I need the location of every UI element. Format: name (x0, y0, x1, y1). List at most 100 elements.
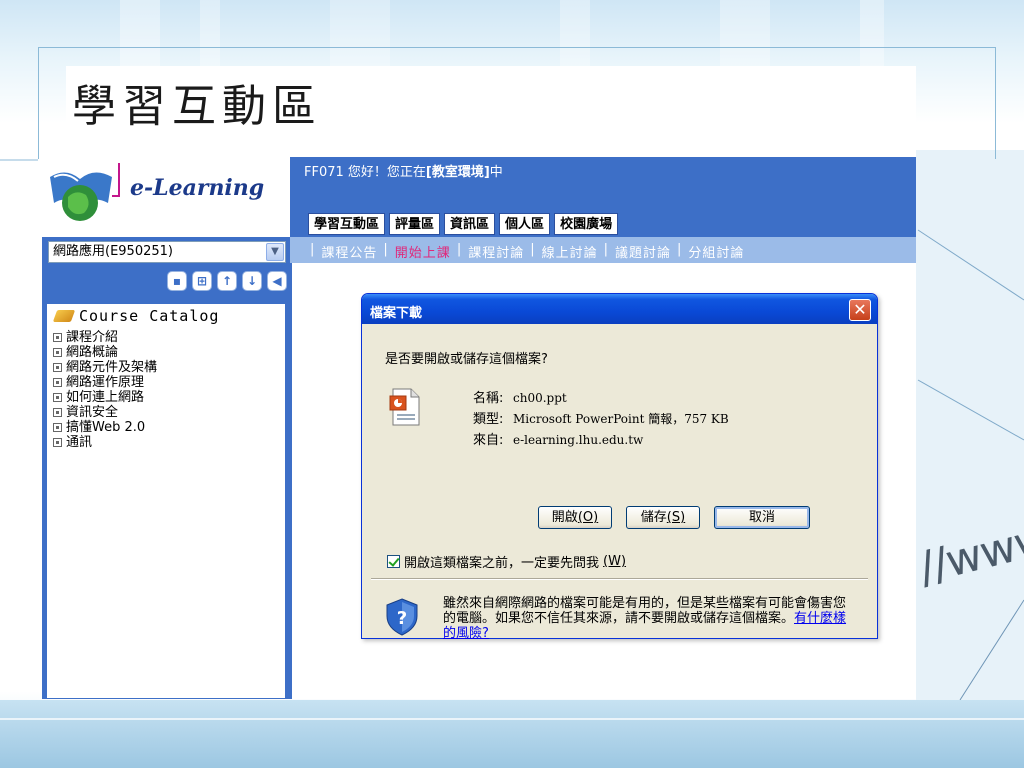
catalog-item[interactable]: 如何連上網路 (53, 390, 279, 405)
sub-nav-course-discussion[interactable]: 課程討論 (468, 242, 524, 261)
catalog-item[interactable]: 網路運作原理 (53, 375, 279, 390)
left-column: e-Learning 網路應用(E950251) ▼ ▪ ⊞ ↑ ↓ ◀ Cou… (42, 157, 290, 699)
tab-campus[interactable]: 校園廣場 (554, 213, 619, 235)
catalog-title: Course Catalog (79, 307, 220, 325)
catalog-item-label: 課程介紹 (66, 330, 119, 345)
catalog-item-label: 搞懂Web 2.0 (66, 420, 146, 435)
slide-title: 學習互動區 (72, 81, 322, 132)
book-icon (52, 310, 76, 322)
nav-separator: | (530, 242, 536, 257)
dialog-question: 是否要開啟或儲存這個檔案? (385, 352, 548, 367)
catalog-item-label: 網路元件及架構 (66, 360, 158, 375)
svg-text:?: ? (397, 608, 407, 629)
save-button-label: 儲存 (640, 510, 667, 525)
nav-separator: | (456, 242, 463, 257)
dialog-body: 是否要開啟或儲存這個檔案? 名稱: ch00.ppt 類型: Microsoft P… (365, 324, 874, 641)
main-tabs: 學習互動區 評量區 資訊區 個人區 校園廣場 (308, 213, 619, 235)
nav-separator: | (677, 242, 683, 257)
file-name-row: 名稱: ch00.ppt (473, 388, 729, 409)
collapse-icon[interactable]: ▪ (167, 271, 187, 291)
file-info: 名稱: ch00.ppt 類型: Microsoft PowerPoint 簡報，7… (473, 388, 729, 451)
course-select[interactable]: 網路應用(E950251) ▼ (48, 241, 286, 263)
file-source-value: e-learning.lhu.edu.tw (513, 433, 644, 447)
catalog-item-label: 網路概論 (66, 345, 119, 360)
open-button-label: 開啟 (551, 510, 578, 525)
square-bullet-icon (53, 333, 62, 342)
catalog-item[interactable]: 網路概論 (53, 345, 279, 360)
always-ask-checkbox[interactable] (387, 555, 400, 568)
catalog-item[interactable]: 課程介紹 (53, 330, 279, 345)
slide-bottom-line (0, 718, 1024, 720)
file-type-label: 類型: (473, 412, 504, 427)
security-warning-text: 雖然來自網際網路的檔案可能是有用的，但是某些檔案有可能會傷害您的電腦。如果您不信… (443, 596, 847, 626)
file-name-value: ch00.ppt (513, 391, 567, 405)
sub-nav-topic-discussion[interactable]: 議題討論 (615, 242, 671, 261)
arrow-down-icon[interactable]: ↓ (242, 271, 262, 291)
square-bullet-icon (53, 423, 62, 432)
slide-bottom-band (0, 700, 1024, 768)
nav-separator: | (603, 242, 610, 257)
catalog-item[interactable]: 搞懂Web 2.0 (53, 420, 279, 435)
save-button[interactable]: 儲存(S) (626, 506, 700, 529)
logo-bracket-decoration (112, 163, 120, 197)
tab-assessment[interactable]: 評量區 (389, 213, 441, 235)
tab-interaction[interactable]: 學習互動區 (308, 213, 386, 235)
save-button-key: (S) (666, 510, 686, 525)
catalog-list: 課程介紹 網路概論 網路元件及架構 網路運作原理 如何連上網路 資訊安全 搞懂W… (47, 328, 285, 452)
catalog-item[interactable]: 資訊安全 (53, 405, 279, 420)
file-download-dialog: 檔案下載 ✕ 是否要開啟或儲存這個檔案? 名稱: ch00.ppt 類型: Micr… (361, 293, 878, 641)
tab-personal[interactable]: 個人區 (499, 213, 551, 235)
dialog-title: 檔案下載 (370, 306, 423, 321)
file-source-row: 來自: e-learning.lhu.edu.tw (473, 430, 729, 451)
catalog-toolbar: ▪ ⊞ ↑ ↓ ◀ (167, 271, 287, 293)
file-source-label: 來自: (473, 433, 504, 448)
file-type-row: 類型: Microsoft PowerPoint 簡報，757 KB (473, 409, 729, 430)
security-shield-icon: ? (386, 598, 418, 636)
greeting-suffix: 中 (489, 165, 503, 180)
nav-separator: | (310, 242, 316, 257)
greeting-prefix: FF071 您好！您正在 (304, 165, 426, 180)
file-name-label: 名稱: (473, 391, 504, 406)
dialog-titlebar[interactable]: 檔案下載 ✕ (362, 294, 877, 324)
square-bullet-icon (53, 393, 62, 402)
sub-nav-online-discussion[interactable]: 線上討論 (542, 242, 598, 261)
arrow-left-icon[interactable]: ◀ (267, 271, 287, 291)
nav-separator: | (383, 242, 389, 257)
open-button-key: (O) (577, 510, 599, 525)
catalog-item-label: 資訊安全 (66, 405, 119, 420)
greeting-location: [教室環境] (425, 165, 490, 180)
always-ask-label: 開啟這類檔案之前，一定要先問我 (404, 556, 600, 571)
cancel-button[interactable]: 取消 (714, 506, 810, 529)
always-ask-row[interactable]: 開啟這類檔案之前，一定要先問我 (W) (387, 552, 626, 571)
course-select-value: 網路應用(E950251) (53, 244, 173, 259)
sub-nav: | 課程公告 | 開始上課 | 課程討論 | 線上討論 | 議題討論 | 分組討… (310, 242, 744, 261)
sub-nav-announcements[interactable]: 課程公告 (321, 242, 377, 261)
always-ask-key: (W) (603, 554, 627, 569)
course-catalog-panel: Course Catalog 課程介紹 網路概論 網路元件及架構 網路運作原理 … (46, 303, 286, 699)
close-icon[interactable]: ✕ (849, 299, 871, 321)
arrow-up-icon[interactable]: ↑ (217, 271, 237, 291)
square-bullet-icon (53, 408, 62, 417)
catalog-item[interactable]: 網路元件及架構 (53, 360, 279, 375)
catalog-item-label: 如何連上網路 (66, 390, 145, 405)
logo-area: e-Learning (42, 157, 290, 237)
open-button[interactable]: 開啟(O) (538, 506, 612, 529)
square-bullet-icon (53, 378, 62, 387)
dialog-buttons: 開啟(O) 儲存(S) 取消 (538, 506, 810, 529)
logo-text: e-Learning (130, 175, 265, 201)
chevron-down-icon[interactable]: ▼ (266, 243, 284, 261)
catalog-item-label: 網路運作原理 (66, 375, 145, 390)
greeting: FF071 您好！您正在[教室環境]中 (304, 161, 503, 180)
powerpoint-file-icon (389, 388, 420, 426)
catalog-item-label: 通訊 (66, 435, 93, 450)
slide-decor-text: //www (913, 512, 1024, 595)
expand-tree-icon[interactable]: ⊞ (192, 271, 212, 291)
security-warning: 雖然來自網際網路的檔案可能是有用的，但是某些檔案有可能會傷害您的電腦。如果您不信… (443, 596, 853, 641)
sub-nav-group-discussion[interactable]: 分組討論 (688, 242, 744, 261)
catalog-item[interactable]: 通訊 (53, 435, 279, 450)
tab-info[interactable]: 資訊區 (444, 213, 496, 235)
globe-book-icon (50, 172, 112, 221)
dialog-divider (371, 578, 868, 580)
square-bullet-icon (53, 363, 62, 372)
sub-nav-start-class[interactable]: 開始上課 (395, 242, 451, 261)
